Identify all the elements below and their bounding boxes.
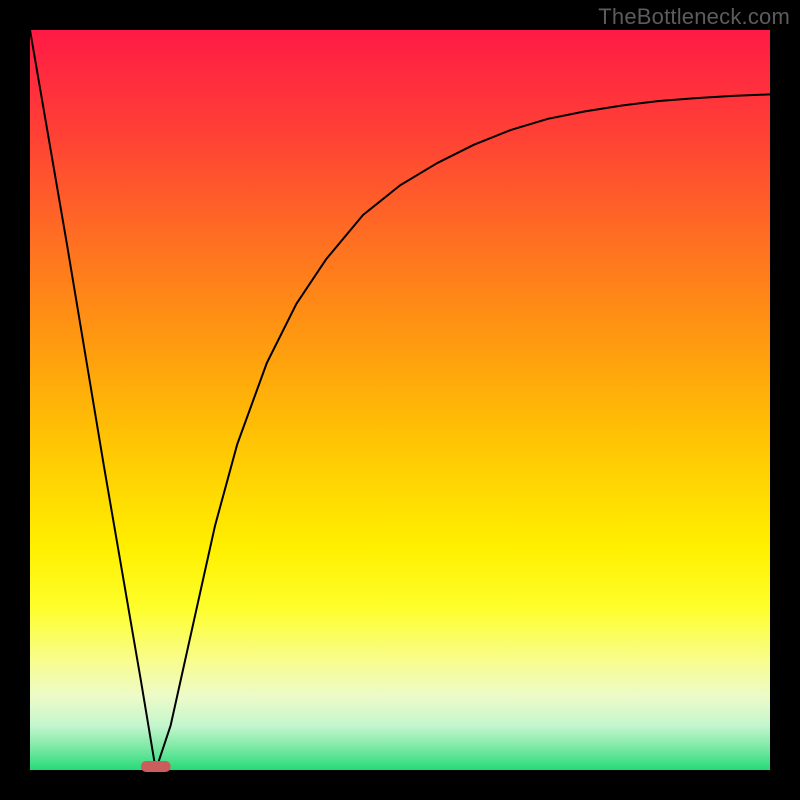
bottleneck-curve	[30, 30, 770, 770]
watermark-text: TheBottleneck.com	[598, 4, 790, 30]
chart-frame: TheBottleneck.com	[0, 0, 800, 800]
curve-layer	[30, 30, 770, 770]
plot-area	[30, 30, 770, 770]
minimum-marker	[141, 761, 171, 772]
